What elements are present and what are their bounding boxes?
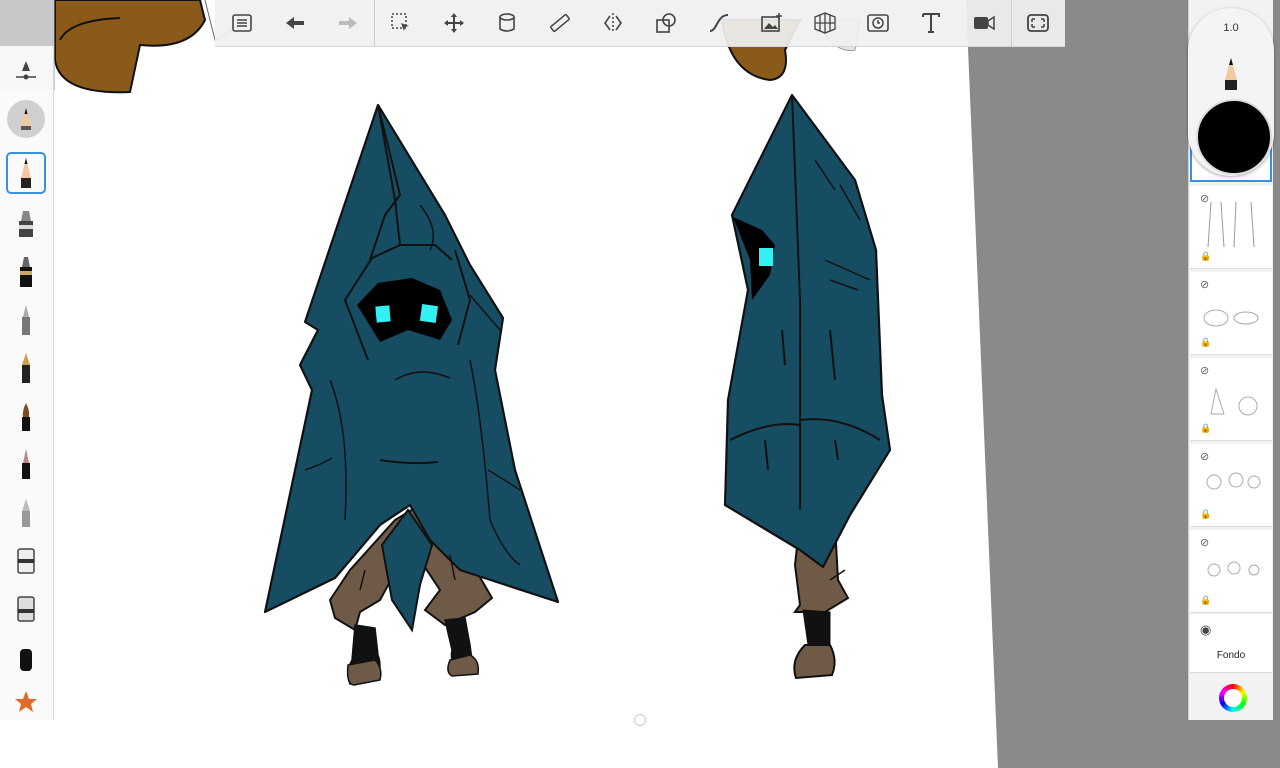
fill-bucket-icon[interactable] (481, 0, 534, 46)
shapes-icon[interactable] (640, 0, 693, 46)
text-tool-icon[interactable] (905, 0, 958, 46)
loading-indicator (634, 714, 646, 726)
airbrush-brush-icon[interactable] (6, 492, 46, 532)
lock-icon[interactable]: 🔒 (1200, 509, 1211, 520)
record-video-icon[interactable] (958, 0, 1011, 46)
curve-stroke-icon[interactable] (693, 0, 746, 46)
layer-2[interactable]: ⊘ 🔒 (1190, 186, 1272, 269)
marker-brush-icon[interactable] (6, 204, 46, 244)
technical-pen-brush-icon[interactable] (6, 300, 46, 340)
brush-palette (0, 46, 54, 720)
side-eye (759, 248, 773, 266)
brush-library-icon[interactable] (7, 100, 45, 138)
layers-list-icon[interactable] (215, 0, 268, 46)
fountain-pen-brush-icon[interactable] (6, 348, 46, 388)
layer-5[interactable]: ⊘ 🔒 (1190, 444, 1272, 527)
timelapse-icon[interactable] (852, 0, 905, 46)
soft-eraser-brush-icon[interactable] (6, 588, 46, 628)
canvas-artwork (0, 0, 1280, 768)
symmetry-icon[interactable] (587, 0, 640, 46)
hard-eraser-brush-icon[interactable] (6, 640, 46, 680)
eye-icon[interactable]: ◉ (1200, 622, 1211, 638)
lock-icon[interactable]: 🔒 (1200, 337, 1211, 348)
front-eye-left (375, 305, 391, 323)
color-wheel-icon[interactable] (1219, 684, 1247, 712)
top-toolbar (215, 0, 1065, 47)
drawing-canvas[interactable] (0, 0, 1280, 768)
paintbrush-brush-icon[interactable] (6, 396, 46, 436)
redo-icon[interactable] (321, 0, 374, 46)
background-layer-label: Fondo (1216, 650, 1246, 661)
brush-pen-brush-icon[interactable] (6, 444, 46, 484)
lock-icon[interactable]: 🔒 (1200, 251, 1211, 262)
front-eye-right (419, 303, 439, 324)
add-image-icon[interactable] (746, 0, 799, 46)
eraser-brush-icon[interactable] (6, 540, 46, 580)
layer-4[interactable]: ⊘ 🔒 (1190, 358, 1272, 441)
brush-size-value: 1.0 (1223, 22, 1239, 34)
transform-icon[interactable] (428, 0, 481, 46)
pencil-brush-icon[interactable] (6, 152, 46, 194)
layer-6[interactable]: ⊘ 🔒 (1190, 530, 1272, 613)
lock-icon[interactable]: 🔒 (1200, 595, 1211, 606)
background-layer[interactable]: ◉ Fondo (1190, 614, 1272, 673)
layer-3[interactable]: ⊘ 🔒 (1190, 272, 1272, 355)
fullscreen-icon[interactable] (1012, 0, 1065, 46)
favorite-star-icon[interactable] (6, 682, 46, 722)
current-color-swatch[interactable] (1196, 99, 1272, 175)
ruler-icon[interactable] (534, 0, 587, 46)
lock-icon[interactable]: 🔒 (1200, 423, 1211, 434)
perspective-grid-icon[interactable] (799, 0, 852, 46)
ink-pen-brush-icon[interactable] (6, 252, 46, 292)
undo-icon[interactable] (268, 0, 321, 46)
pencil-preview-icon (1225, 58, 1237, 90)
brush-settings-icon[interactable] (6, 52, 46, 92)
selection-icon[interactable] (375, 0, 428, 46)
brush-size-puck[interactable]: 1.0 (1188, 8, 1274, 176)
